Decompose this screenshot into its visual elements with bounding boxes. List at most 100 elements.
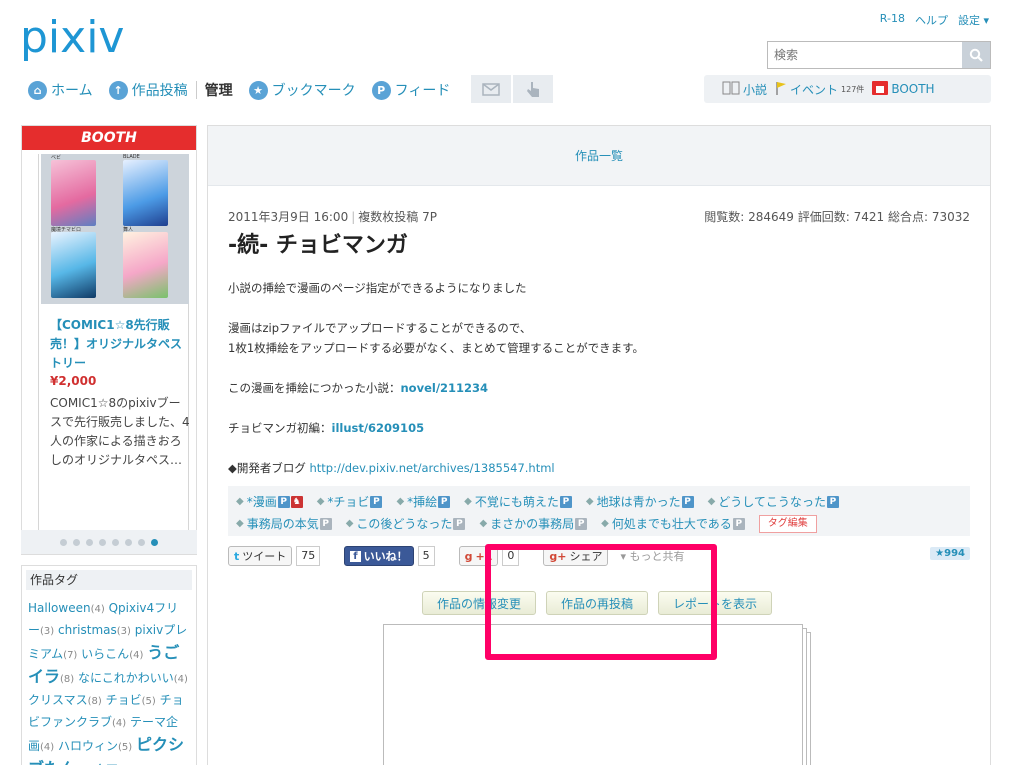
carousel-dot-active[interactable]	[151, 538, 158, 546]
carousel-dot[interactable]	[73, 538, 80, 546]
pixiv-dictionary-icon[interactable]: P	[277, 496, 290, 508]
work-tag-link[interactable]: Halloween(4)	[28, 601, 105, 615]
pixiv-dictionary-icon[interactable]: P	[732, 518, 745, 530]
star-icon: ★	[248, 80, 268, 100]
novel-label: 小説	[743, 82, 768, 97]
booth-caption: BLADE	[123, 154, 140, 160]
pixiv-dictionary-icon[interactable]: P	[559, 496, 572, 508]
nav-upload[interactable]: ↑ 作品投稿	[108, 80, 188, 100]
novel-link[interactable]: novel/211234	[401, 381, 489, 395]
nav-feed[interactable]: P フィード	[371, 80, 450, 100]
pixiv-dictionary-icon[interactable]: P	[319, 518, 332, 530]
work-tag-link[interactable]: なにこれかわいい(4)	[78, 671, 188, 685]
gshare-label: シェア	[569, 550, 603, 563]
carousel-dot[interactable]	[99, 538, 106, 546]
hand-icon	[527, 82, 539, 97]
pixiv-dictionary-icon[interactable]: P	[681, 496, 694, 508]
tag-item[interactable]: ◆ まさかの事務局 P	[479, 514, 588, 534]
facebook-like-button[interactable]: f いいね！	[344, 546, 414, 566]
preview-page-front	[383, 624, 803, 765]
messages-button[interactable]	[471, 75, 511, 103]
edit-info-button[interactable]: 作品の情報変更	[422, 591, 537, 615]
pixiv-logo[interactable]: pixiv	[20, 12, 150, 64]
booth-product-image[interactable]: ベビ BLADE 魔境チマビロ 舞人	[41, 154, 189, 304]
tweet-count: 75	[296, 546, 321, 566]
work-title: -続- チョビマンガ	[228, 233, 408, 258]
booth-label: BOOTH	[891, 82, 935, 96]
pixiv-encyclopedia-icon[interactable]: ♞	[290, 496, 303, 508]
tag-item[interactable]: ◆ 何処までも壮大である P	[601, 514, 745, 534]
work-preview-stack[interactable]	[383, 624, 811, 765]
search-box	[767, 41, 991, 69]
more-share-link[interactable]: ▾ もっと共有	[620, 548, 684, 564]
tag-label: 地球は青かった	[596, 495, 681, 509]
notifications-button[interactable]	[513, 75, 553, 103]
gplus-icon: g	[464, 549, 473, 563]
tag-label: *チョビ	[327, 495, 370, 509]
tag-icon: ◆	[236, 496, 244, 507]
work-tag-link[interactable]: チョビ(5)	[106, 693, 156, 707]
tag-item[interactable]: ◆ どうしてこうなった P	[708, 492, 839, 512]
nav-icon-group	[471, 75, 553, 103]
tag-item[interactable]: ◆ 事務局の本気 P	[236, 514, 332, 534]
repost-button[interactable]: 作品の再投稿	[546, 591, 649, 615]
booth-divider-left	[38, 154, 39, 534]
tag-icon: ◆	[345, 518, 354, 529]
booth-header: BOOTH	[22, 126, 196, 150]
desc-novel-line: この漫画を挿絵につかった小説：novel/211234	[228, 381, 489, 395]
tag-label: どうしてこうなった	[718, 495, 826, 509]
novel-link[interactable]: 小説	[722, 81, 767, 98]
pixiv-dictionary-icon[interactable]: P	[370, 496, 383, 508]
carousel-dot[interactable]	[86, 538, 93, 546]
nav-divider	[195, 81, 197, 99]
nav-manage[interactable]: 管理	[205, 80, 233, 100]
r18-link[interactable]: R-18	[880, 12, 905, 28]
work-date: 2011年3月9日 16:00	[228, 210, 349, 224]
tag-item[interactable]: ◆ 地球は青かった P	[586, 492, 694, 512]
illust-link[interactable]: illust/6209105	[332, 421, 425, 435]
carousel-dot[interactable]	[138, 538, 145, 546]
gshare-button[interactable]: g+ シェア	[543, 546, 609, 566]
carousel-dot[interactable]	[125, 538, 132, 546]
bookmark-count-badge[interactable]: ★994	[930, 547, 970, 560]
desc-illust-line: チョビマンガ初編：illust/6209105	[228, 421, 425, 435]
tag-item[interactable]: ◆ *チョビ P	[317, 492, 383, 512]
event-link[interactable]: イベント 127件	[775, 81, 864, 98]
pixiv-dictionary-icon[interactable]: P	[438, 496, 451, 508]
nav-home[interactable]: ⌂ ホーム	[28, 80, 93, 100]
works-list-link[interactable]: 作品一覧	[208, 126, 990, 186]
work-tag-link[interactable]: いらこん(4)	[81, 647, 143, 661]
pixiv-dictionary-icon[interactable]: P	[453, 518, 466, 530]
booth-product-title[interactable]: 【COMIC1☆8先行販売！】オリジナルタペストリー	[50, 316, 190, 373]
blog-link[interactable]: http://dev.pixiv.net/archives/1385547.ht…	[310, 461, 555, 475]
tag-item[interactable]: ◆ *挿絵 P	[396, 492, 451, 512]
tag-label: この後どうなった	[356, 517, 453, 531]
pixiv-dictionary-icon[interactable]: P	[575, 518, 588, 530]
tag-icon: ◆	[464, 496, 472, 507]
main-nav: ⌂ ホーム ↑ 作品投稿 管理 ★ ブックマーク P フィード	[28, 78, 466, 102]
pixiv-dictionary-icon[interactable]: P	[826, 496, 839, 508]
search-button[interactable]	[962, 42, 990, 68]
nav-bookmark[interactable]: ★ ブックマーク	[248, 80, 356, 100]
work-tag-link[interactable]: ハロウィン(5)	[58, 739, 132, 753]
booth-icon	[872, 80, 889, 98]
gplus-button[interactable]: g +1	[458, 546, 499, 566]
booth-link[interactable]: BOOTH	[872, 80, 935, 98]
search-input[interactable]	[768, 42, 962, 68]
work-tag-link[interactable]: クリスマス(8)	[28, 693, 102, 707]
tweet-button[interactable]: t ツイート	[228, 546, 293, 566]
work-tag-link[interactable]: christmas(3)	[58, 623, 131, 637]
desc-line: 小説の挿絵で漫画のページ指定ができるようになりました	[228, 281, 527, 295]
carousel-dot[interactable]	[60, 538, 67, 546]
settings-link[interactable]: 設定 ▾	[958, 12, 989, 28]
gplus-count: 0	[502, 546, 520, 566]
carousel-dot[interactable]	[112, 538, 119, 546]
tag-item[interactable]: ◆ この後どうなった P	[346, 514, 466, 534]
tag-item[interactable]: ◆ 不覚にも萌えた P	[464, 492, 572, 512]
tag-item[interactable]: ◆ *漫画 P ♞	[236, 492, 303, 512]
show-report-button[interactable]: レポートを表示	[658, 591, 773, 615]
tag-edit-button[interactable]: タグ編集	[758, 515, 817, 533]
booth-panel: BOOTH ベビ BLADE 魔境チマビロ 舞人 【COMIC1☆8先行販売！】…	[21, 125, 197, 555]
help-link[interactable]: ヘルプ	[915, 12, 948, 28]
nav-manage-label: 管理	[204, 83, 233, 99]
